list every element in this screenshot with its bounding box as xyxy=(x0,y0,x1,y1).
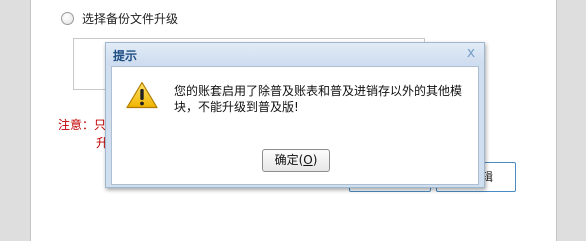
ok-label-suffix: ) xyxy=(312,153,318,167)
dialog-title: 提示 xyxy=(113,49,138,63)
right-gutter xyxy=(556,0,586,241)
dialog-body: 您的账套启用了除普及账表和普及进销存以外的其他模块，不能升级到普及版! 确定(O… xyxy=(111,66,479,185)
backup-radio[interactable] xyxy=(61,11,74,25)
app-window: 选择备份文件升级 注意：只 升 辑 提示 x 您的账套启用了除普及账表和普及进销… xyxy=(0,0,586,241)
dialog-message: 您的账套启用了除普及账表和普及进销存以外的其他模块，不能升级到普及版! xyxy=(174,84,463,114)
dialog-titlebar[interactable]: 提示 x xyxy=(106,43,484,65)
ok-label-prefix: 确定( xyxy=(274,153,304,167)
close-icon[interactable]: x xyxy=(463,44,479,62)
backup-radio-option[interactable]: 选择备份文件升级 xyxy=(61,10,178,26)
prompt-dialog: 提示 x 您的账套启用了除普及账表和普及进销存以外的其他模块，不能升级到普及版!… xyxy=(105,42,485,188)
left-gutter xyxy=(0,0,31,241)
note-text: 注意：只 xyxy=(58,118,107,132)
warning-icon xyxy=(126,81,158,109)
backup-radio-label: 选择备份文件升级 xyxy=(82,11,179,26)
ok-button[interactable]: 确定(O) xyxy=(262,149,330,172)
ok-mnemonic: O xyxy=(303,153,313,167)
